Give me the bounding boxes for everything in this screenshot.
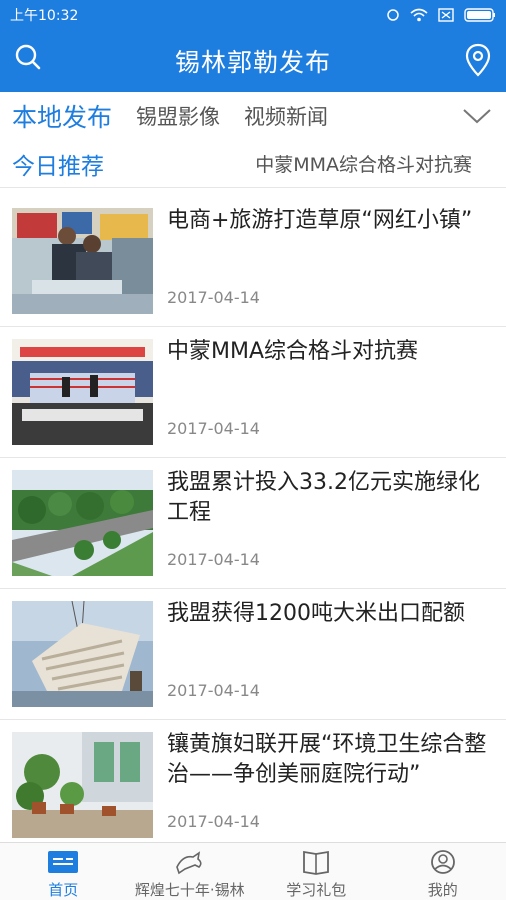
alarm-icon [387,9,399,21]
nav-profile[interactable]: 我的 [380,843,506,900]
list-item[interactable]: 镶黄旗妇联开展“环境卫生综合整治——争创美丽庭院行动” 2017-04-14 [0,720,506,851]
nav-label: 首页 [48,881,79,899]
status-time: 上午10:32 [10,8,79,24]
battery-icon [464,8,495,22]
tab-local[interactable]: 本地发布 [12,98,112,134]
search-icon[interactable] [12,42,44,74]
news-thumbnail [12,601,153,707]
nav-glory[interactable]: 辉煌七十年·锡林 [127,843,254,900]
tab-video-news[interactable]: 视频新闻 [244,101,328,131]
sim-icon [438,8,454,22]
page-title: 锡林郭勒发布 [174,48,331,77]
list-item[interactable]: 我盟获得1200吨大米出口配额 2017-04-14 [0,589,506,720]
list-item[interactable]: 我盟累计投入33.2亿元实施绿化工程 2017-04-14 [0,458,506,589]
wifi-icon [410,8,428,22]
nav-label: 我的 [427,881,458,899]
nav-label: 学习礼包 [286,881,347,899]
chevron-down-icon[interactable] [462,102,492,128]
tab-images[interactable]: 锡盟影像 [136,101,220,131]
news-feed: 电商+旅游打造草原“网红小镇” 2017-04-14 中蒙MMA综合格斗对抗赛 … [0,196,506,851]
home-icon [48,851,79,873]
list-item[interactable]: 中蒙MMA综合格斗对抗赛 2017-04-14 [0,327,506,458]
news-title: 电商+旅游打造草原“网红小镇” [167,208,473,233]
news-date: 2017-04-14 [167,681,260,700]
nav-home[interactable]: 首页 [0,843,127,900]
status-bar: 上午10:32 [0,0,506,30]
sub-tabs: 今日推荐 中蒙MMA综合格斗对抗赛 [0,140,506,188]
news-title: 中蒙MMA综合格斗对抗赛 [167,339,419,364]
subtab-today[interactable]: 今日推荐 [12,147,104,181]
list-item[interactable]: 电商+旅游打造草原“网红小镇” 2017-04-14 [0,196,506,327]
news-thumbnail [12,470,153,576]
news-thumbnail [12,339,153,445]
subtab-headline[interactable]: 中蒙MMA综合格斗对抗赛 [255,150,472,177]
category-tabs: 本地发布 锡盟影像 视频新闻 [0,92,506,140]
news-date: 2017-04-14 [167,812,260,831]
status-icons [386,8,496,22]
news-thumbnail [12,208,153,314]
news-title: 镶黄旗妇联开展“环境卫生综合整治——争创美丽庭院行动” [167,732,487,787]
bottom-nav: 首页 辉煌七十年·锡林 学习礼包 我的 [0,842,506,900]
news-date: 2017-04-14 [167,419,260,438]
news-title: 我盟累计投入33.2亿元实施绿化工程 [167,470,480,525]
news-date: 2017-04-14 [167,288,260,307]
nav-study[interactable]: 学习礼包 [253,843,380,900]
user-icon [430,850,455,874]
app-bar: 锡林郭勒发布 [0,30,506,92]
news-title: 我盟获得1200吨大米出口配额 [167,601,465,626]
news-date: 2017-04-14 [167,550,260,569]
book-icon [303,850,330,875]
location-icon[interactable] [462,42,494,78]
horse-icon [175,851,202,875]
news-thumbnail [12,732,153,838]
nav-label: 辉煌七十年·锡林 [134,881,245,899]
